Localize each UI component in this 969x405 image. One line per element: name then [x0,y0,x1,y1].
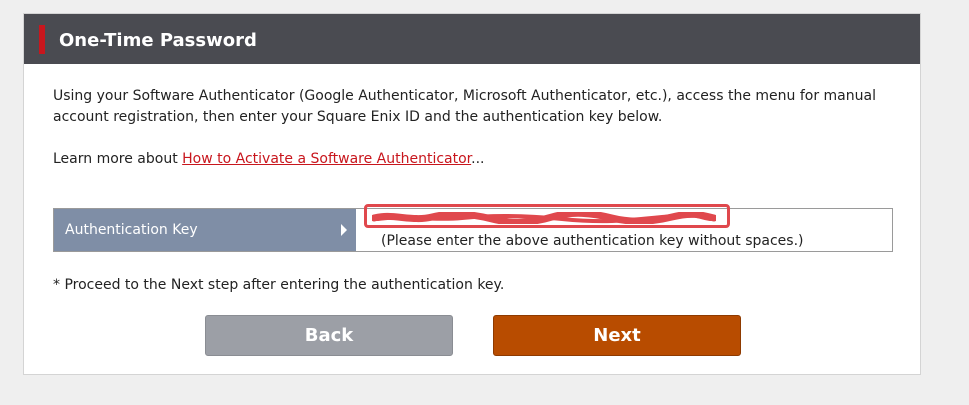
authentication-key-label-text: Authentication Key [65,222,198,238]
authentication-key-value: (Please enter the above authentication k… [356,204,892,251]
learn-more-suffix: ... [471,151,485,167]
authentication-key-label: Authentication Key [54,209,356,251]
activate-authenticator-link[interactable]: How to Activate a Software Authenticator [182,151,471,167]
caret-right-icon [341,224,347,236]
learn-more-prefix: Learn more about [53,151,183,167]
learn-more-text: Learn more about How to Activate a Softw… [53,149,485,170]
panel-header: One-Time Password [24,14,920,64]
redacted-key-scribble [372,212,716,224]
authentication-key-row: Authentication Key (Please enter the abo… [53,204,893,252]
page-title: One-Time Password [59,30,257,51]
instructions-text: Using your Software Authenticator (Googl… [53,88,876,125]
proceed-note: * Proceed to the Next step after enterin… [53,277,505,293]
header-accent-bar [39,25,45,54]
next-button[interactable]: Next [493,315,741,356]
back-button[interactable]: Back [205,315,453,356]
authentication-key-note: (Please enter the above authentication k… [381,233,804,249]
one-time-password-panel: One-Time Password Using your Software Au… [23,13,921,375]
